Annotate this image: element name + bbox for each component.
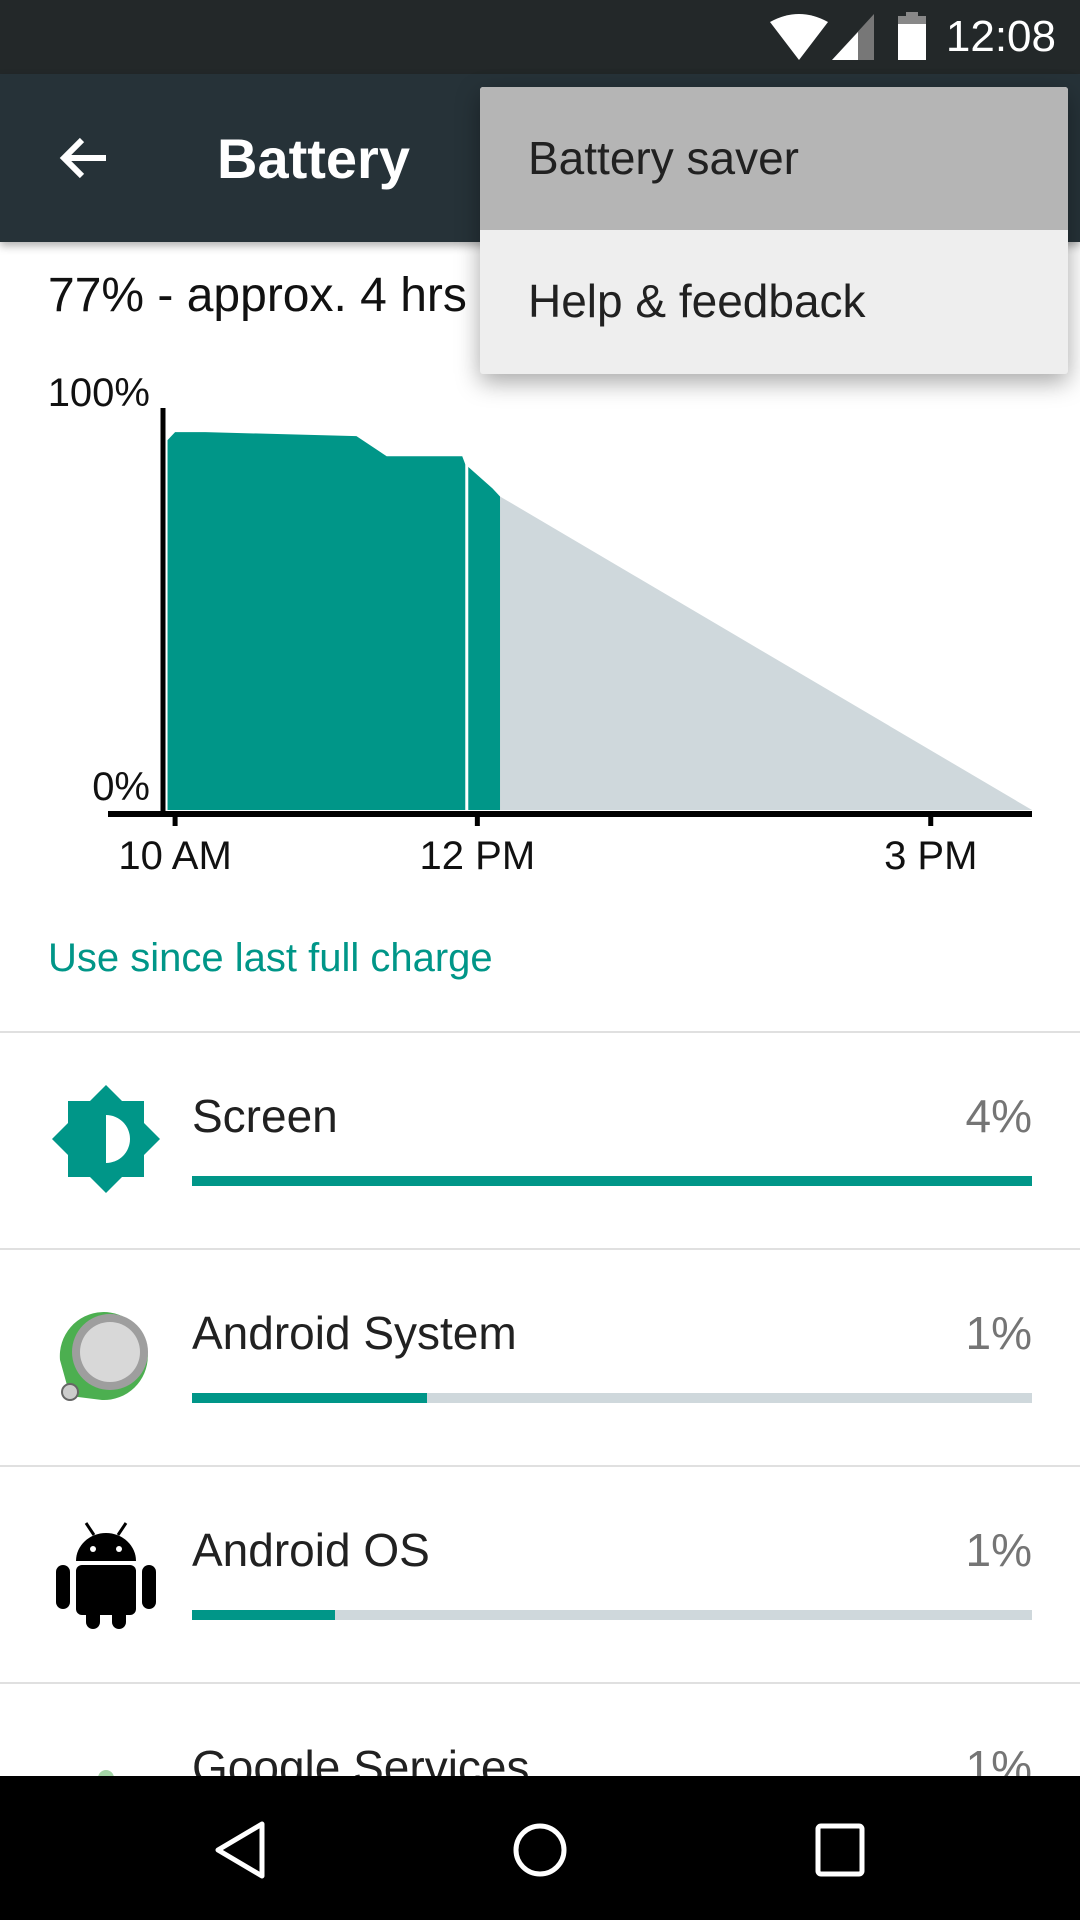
x-tick-label: 10 AM — [118, 834, 231, 878]
page-title: Battery — [217, 127, 410, 190]
usage-percent: 1% — [965, 1524, 1032, 1576]
menu-item-battery-saver[interactable]: Battery saver — [480, 87, 1068, 230]
overflow-menu: Battery saver Help & feedback — [480, 87, 1068, 374]
usage-row-android-os[interactable]: Android OS 1% — [0, 1467, 1080, 1684]
battery-chart: 100% 0% 10 AM 12 PM 3 PM — [48, 371, 1032, 878]
battery-icon — [898, 12, 926, 60]
usage-bar — [192, 1176, 1032, 1186]
wifi-icon — [770, 14, 828, 60]
usage-name: Android OS — [192, 1524, 430, 1576]
android-robot-icon — [56, 1522, 156, 1629]
use-since-last-full-charge: Use since last full charge — [48, 936, 493, 980]
series-area-projection — [500, 496, 1032, 810]
clock: 12:08 — [945, 12, 1056, 61]
android-system-icon — [59, 1312, 148, 1401]
nav-recents-icon[interactable] — [814, 1822, 866, 1878]
usage-name: Screen — [192, 1090, 338, 1142]
nav-home-icon[interactable] — [510, 1820, 570, 1880]
usage-percent: 1% — [965, 1307, 1032, 1359]
usage-bar — [192, 1610, 1032, 1620]
navigation-bar — [0, 1776, 1080, 1920]
usage-row-screen[interactable]: Screen 4% — [0, 1033, 1080, 1250]
usage-percent: 4% — [965, 1090, 1032, 1142]
usage-bar — [192, 1393, 1032, 1403]
nav-back-icon[interactable] — [210, 1820, 270, 1880]
y-tick-label-0: 0% — [92, 765, 150, 809]
x-tick-label: 12 PM — [420, 834, 536, 878]
cell-signal-icon — [832, 14, 874, 60]
status-bar: 12:08 — [0, 0, 1080, 74]
usage-bar-fill — [192, 1393, 428, 1403]
brightness-icon — [52, 1085, 160, 1193]
y-tick-label-100: 100% — [48, 371, 150, 415]
battery-summary: 77% - approx. 4 hrs left — [48, 269, 545, 322]
usage-name: Android System — [192, 1307, 517, 1359]
usage-bar-fill — [192, 1610, 335, 1620]
arrow-back-icon[interactable] — [56, 130, 112, 186]
usage-row-android-system[interactable]: Android System 1% — [0, 1250, 1080, 1467]
menu-item-help-feedback[interactable]: Help & feedback — [480, 230, 1068, 373]
x-tick-label: 3 PM — [884, 834, 977, 878]
usage-bar-fill — [192, 1176, 1032, 1186]
series-area-history — [167, 432, 501, 810]
